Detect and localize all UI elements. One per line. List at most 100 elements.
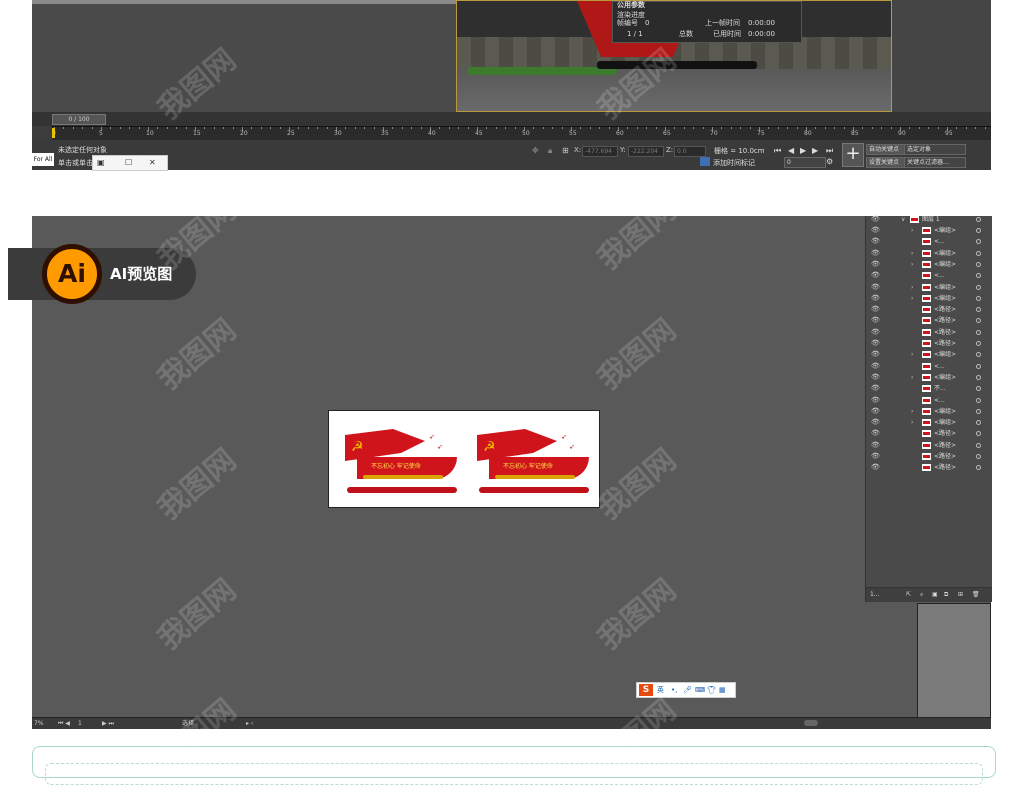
set-key-button[interactable]: + [842,143,864,167]
visibility-eye-icon[interactable]: 👁︎ [871,462,880,473]
goto-start-icon[interactable]: ⏮ [774,146,781,156]
auto-key-button[interactable]: 自动关键点 [866,144,906,155]
target-circle-icon[interactable] [976,273,981,279]
expand-arrow-icon[interactable]: › [911,372,913,383]
target-circle-icon[interactable] [976,228,981,233]
keyboard-icon[interactable]: ⌨︎ [695,683,705,697]
layer-row[interactable]: 👁︎ › <编组> [866,259,992,270]
layer-row[interactable]: 👁︎ <路径> [866,304,992,315]
new-sublayer-icon[interactable]: ⧉ [944,588,948,602]
visibility-eye-icon[interactable]: 👁︎ [871,225,880,236]
target-circle-icon[interactable] [976,454,981,459]
coord-y-field[interactable]: -222.204 [628,146,664,157]
current-frame-field[interactable]: 0 [784,157,826,168]
zoom-level[interactable]: 7% [34,718,44,729]
layer-row[interactable]: 👁︎ <路径> [866,315,992,326]
time-slider[interactable]: 0 / 100 [52,114,106,125]
layer-row[interactable]: 👁︎ › <编组> [866,282,992,293]
visibility-eye-icon[interactable]: 👁︎ [871,315,880,326]
ime-language[interactable]: 英 [657,683,664,697]
visibility-eye-icon[interactable]: 👁︎ [871,304,880,315]
visibility-eye-icon[interactable]: 👁︎ [871,417,880,428]
target-circle-icon[interactable] [976,217,981,222]
skin-icon[interactable]: 👕︎ [707,683,716,697]
visibility-eye-icon[interactable]: 👁︎ [871,338,880,349]
mini-popup[interactable]: ▣ ☐ ✕ [92,155,168,171]
target-circle-icon[interactable] [976,307,981,313]
target-circle-icon[interactable] [976,239,981,245]
restore-icon[interactable]: ☐ [125,156,132,170]
layer-top[interactable]: 👁︎ ∨ 图层 1 [866,214,992,225]
clip-icon[interactable]: ▣ [932,588,938,602]
time-config-icon[interactable]: ⚙︎ [826,157,833,166]
visibility-eye-icon[interactable]: 👁︎ [871,248,880,259]
layer-row[interactable]: 👁︎ › <编组> [866,406,992,417]
visibility-eye-icon[interactable]: 👁︎ [871,327,880,338]
expand-arrow-icon[interactable]: › [911,349,913,360]
layer-row[interactable]: 👁︎ <路径> [866,428,992,439]
padlock-icon[interactable]: 🔒︎ [548,146,552,156]
layer-row[interactable]: 👁︎ <路径> [866,440,992,451]
expand-arrow-icon[interactable]: › [911,259,913,270]
expand-arrow-icon[interactable]: › [911,248,913,259]
visibility-eye-icon[interactable]: 👁︎ [871,282,880,293]
add-time-tag[interactable]: 添加时间标记 [713,158,755,168]
layer-row[interactable]: 👁︎ › <编组> [866,417,992,428]
viewport-left[interactable] [32,0,457,112]
viewport-right[interactable] [892,0,991,112]
popup-icon[interactable]: ▣ [97,156,105,170]
target-circle-icon[interactable] [976,420,981,426]
layer-row[interactable]: 👁︎ › <编组> [866,248,992,259]
next-frame-icon[interactable]: ▶︎ [812,146,818,155]
time-tag-icon[interactable] [700,157,710,166]
target-circle-icon[interactable] [976,318,981,324]
layer-row[interactable]: 👁︎ › <编组> [866,225,992,236]
visibility-eye-icon[interactable]: 👁︎ [871,440,880,451]
mic-icon[interactable]: 🎤︎ [683,683,692,697]
layer-row[interactable]: 👁︎ › <编组> [866,372,992,383]
maxscript-listener[interactable]: For All [32,153,54,166]
visibility-eye-icon[interactable]: 👁︎ [871,372,880,383]
punctuation-icon[interactable]: •, [671,683,677,697]
visibility-eye-icon[interactable]: 👁︎ [871,451,880,462]
visibility-eye-icon[interactable]: 👁︎ [871,236,880,247]
target-circle-icon[interactable] [976,408,981,414]
artboard-next-icon[interactable]: ▶︎ ⏭ [102,718,114,729]
target-circle-icon[interactable] [976,397,981,403]
layer-row[interactable]: 👁︎ 不... [866,383,992,394]
new-layer-icon[interactable]: ⊞ [958,588,963,602]
close-icon[interactable]: ✕ [149,156,156,170]
visibility-eye-icon[interactable]: 👁︎ [871,293,880,304]
timeline-ruler[interactable]: 05101520253035404550556065707580859095 [52,126,991,141]
horizontal-scrollbar[interactable] [804,720,818,726]
target-circle-icon[interactable] [976,295,981,301]
set-key-label[interactable]: 设置关键点 [866,157,906,168]
target-circle-icon[interactable] [976,250,981,256]
selected-object-dropdown[interactable]: 选定对象 [904,144,966,155]
prev-frame-icon[interactable]: ◀︎ [788,146,794,155]
visibility-eye-icon[interactable]: 👁︎ [871,214,880,225]
viewport-perspective[interactable]: 公用参数 渲染进度 帧编号 0 1 / 1 总数 上一帧时间 0:00:00 已… [456,0,892,112]
toolbox-icon[interactable]: ▦ [719,683,726,697]
visibility-eye-icon[interactable]: 👁︎ [871,395,880,406]
search-icon[interactable]: ⌕ [920,588,923,602]
expand-arrow-icon[interactable]: › [911,406,913,417]
layer-row[interactable]: 👁︎ <... [866,395,992,406]
target-circle-icon[interactable] [976,465,981,471]
expand-arrow-icon[interactable]: ∨ [901,214,905,225]
expand-arrow-icon[interactable]: › [911,225,913,236]
layer-row[interactable]: 👁︎ › <编组> [866,293,992,304]
target-circle-icon[interactable] [976,329,981,335]
artboard-number[interactable]: 1 [78,718,82,729]
status-arrow-icon[interactable]: ▸ ‹ [246,718,253,729]
expand-arrow-icon[interactable]: › [911,282,913,293]
expand-arrow-icon[interactable]: › [911,417,913,428]
layer-row[interactable]: 👁︎ <路径> [866,451,992,462]
visibility-eye-icon[interactable]: 👁︎ [871,259,880,270]
layer-row[interactable]: 👁︎ <路径> [866,462,992,473]
target-circle-icon[interactable] [976,261,981,267]
visibility-eye-icon[interactable]: 👁︎ [871,406,880,417]
layer-row[interactable]: 👁︎ › <编组> [866,349,992,360]
visibility-eye-icon[interactable]: 👁︎ [871,383,880,394]
artboard-prev-icon[interactable]: ⏮ ◀︎ [58,718,70,729]
